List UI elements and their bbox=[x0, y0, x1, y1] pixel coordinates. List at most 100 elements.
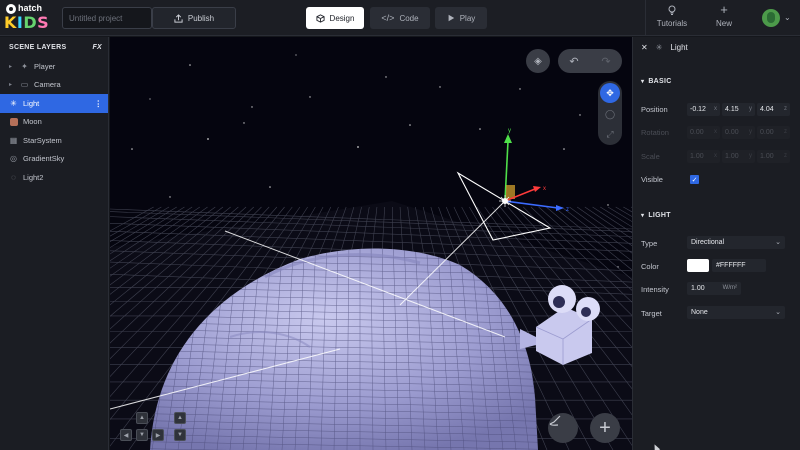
mouse-cursor-icon bbox=[651, 443, 661, 450]
color-hex-input[interactable]: #FFFFFF bbox=[712, 259, 766, 272]
rotate-icon: ◯ bbox=[604, 108, 616, 119]
target-select[interactable]: None ⌄ bbox=[687, 306, 785, 319]
focus-target-button[interactable]: ◈ bbox=[526, 49, 550, 73]
chevron-down-icon[interactable]: ⌄ bbox=[784, 13, 791, 22]
basic-section-title: BASIC bbox=[648, 78, 672, 85]
gizmo-z-label: z bbox=[566, 207, 569, 213]
divider bbox=[645, 0, 646, 36]
key-up-icon: ▲ bbox=[136, 412, 148, 424]
transform-gizmo: y x z bbox=[499, 128, 569, 213]
tab-play[interactable]: Play bbox=[435, 7, 487, 29]
fx-button[interactable]: FX bbox=[92, 44, 102, 51]
intensity-label: Intensity bbox=[641, 285, 669, 294]
key-crouch-icon: ▼ bbox=[174, 429, 186, 441]
light-icon: ◌ bbox=[11, 172, 16, 182]
logo-kids-text: KIDS bbox=[4, 13, 50, 32]
layer-label: Moon bbox=[23, 117, 42, 127]
scene-layers-panel: SCENE LAYERS FX ▸ ✦ Player ▸ ▭ Camera ✳ … bbox=[0, 37, 109, 450]
target-icon: ◈ bbox=[534, 55, 542, 67]
rotate-tool-button[interactable]: ◯ bbox=[600, 104, 620, 124]
hatch-kids-logo[interactable]: hatch KIDS bbox=[4, 3, 54, 33]
project-name-input[interactable]: Untitled project bbox=[62, 7, 152, 29]
intensity-input[interactable]: 1.00 W/m² bbox=[687, 282, 741, 295]
starsystem-icon: ▦ bbox=[9, 135, 18, 145]
scale-tool-button[interactable]: ⤢ bbox=[600, 124, 620, 144]
key-down-icon: ▼ bbox=[136, 429, 148, 441]
expand-arrow-icon[interactable]: ▸ bbox=[9, 81, 15, 88]
scale-icon: ⤢ bbox=[606, 128, 614, 139]
layer-light[interactable]: ✳ Light ⋮ bbox=[0, 94, 108, 113]
tutorials-button[interactable]: Tutorials bbox=[652, 4, 692, 28]
top-bar: hatch KIDS Untitled project Publish Desi… bbox=[0, 0, 800, 36]
layer-light2[interactable]: ◌ Light2 bbox=[0, 168, 108, 187]
rotation-label: Rotation bbox=[641, 128, 669, 137]
inspector-object-name: Light bbox=[670, 42, 688, 52]
redo-icon[interactable]: ↷ bbox=[601, 55, 610, 68]
tab-design-label: Design bbox=[329, 13, 355, 23]
camera-icon: ▭ bbox=[20, 80, 29, 90]
position-z-input[interactable]: 4.04 z bbox=[757, 103, 790, 116]
light-section-title: LIGHT bbox=[648, 212, 671, 219]
pen-icon bbox=[549, 415, 561, 426]
chevron-down-icon: ▾ bbox=[641, 79, 645, 85]
undo-icon[interactable]: ↶ bbox=[569, 55, 578, 68]
scene-viewport[interactable]: y x z ◈ ↶ ↷ ✥ ◯ ⤢ + ▲ ◀ ▼ ▶ ▲ ▼ bbox=[110, 37, 632, 450]
publish-button[interactable]: Publish bbox=[152, 7, 236, 29]
scale-x-input: 1.00 x bbox=[687, 150, 720, 163]
add-object-button[interactable]: + bbox=[590, 413, 620, 443]
more-options-icon[interactable]: ⋮ bbox=[95, 99, 103, 108]
scene-canvas[interactable]: y x z bbox=[110, 37, 632, 450]
plus-icon: + bbox=[599, 417, 611, 439]
plus-icon: + bbox=[720, 2, 728, 17]
gradientsky-icon: ◎ bbox=[10, 154, 17, 164]
layer-label: StarSystem bbox=[23, 135, 62, 145]
lightbulb-icon bbox=[668, 5, 676, 15]
gizmo-x-label: x bbox=[543, 186, 546, 192]
light-section-header[interactable]: ▾ LIGHT bbox=[641, 212, 671, 219]
new-button[interactable]: + New bbox=[704, 2, 744, 28]
move-tool-button[interactable]: ✥ bbox=[600, 83, 620, 103]
tab-code-label: Code bbox=[399, 13, 419, 23]
scene-layers-header: SCENE LAYERS FX bbox=[0, 37, 108, 57]
basic-section-header[interactable]: ▾ BASIC bbox=[641, 78, 672, 85]
scene-layers-title: SCENE LAYERS bbox=[9, 43, 67, 51]
visible-checkbox[interactable]: ✓ bbox=[690, 175, 699, 184]
undo-redo-group: ↶ ↷ bbox=[558, 49, 622, 73]
layer-label: Light2 bbox=[23, 172, 44, 182]
draw-button[interactable] bbox=[548, 413, 578, 443]
code-icon: </> bbox=[381, 13, 395, 23]
layer-moon[interactable]: Moon bbox=[0, 113, 108, 132]
tab-design[interactable]: Design bbox=[306, 7, 364, 29]
position-x-input[interactable]: -0.12 x bbox=[687, 103, 720, 116]
key-left-icon: ◀ bbox=[120, 429, 132, 441]
light-type-select[interactable]: Directional ⌄ bbox=[687, 236, 785, 249]
layer-label: Light bbox=[23, 98, 40, 108]
visible-label: Visible bbox=[641, 175, 663, 184]
chevron-down-icon: ▾ bbox=[641, 213, 645, 219]
tab-code[interactable]: </> Code bbox=[370, 7, 430, 29]
layer-label: Camera bbox=[34, 80, 61, 90]
layer-label: Player bbox=[34, 61, 56, 71]
layer-gradientsky[interactable]: ◎ GradientSky bbox=[0, 150, 108, 169]
color-label: Color bbox=[641, 262, 659, 271]
target-label: Target bbox=[641, 309, 662, 318]
key-right-icon: ▶ bbox=[152, 429, 164, 441]
avatar[interactable] bbox=[762, 9, 780, 27]
key-jump-icon: ▲ bbox=[174, 412, 186, 424]
moon-icon bbox=[9, 117, 18, 126]
rotation-z-input: 0.00 z bbox=[757, 126, 790, 139]
tutorials-label: Tutorials bbox=[656, 19, 688, 28]
scale-label: Scale bbox=[641, 152, 660, 161]
light-icon: ✳ bbox=[10, 98, 17, 108]
layer-camera[interactable]: ▸ ▭ Camera bbox=[0, 76, 108, 95]
chevron-down-icon: ⌄ bbox=[775, 239, 781, 246]
type-label: Type bbox=[641, 239, 658, 248]
layer-player[interactable]: ▸ ✦ Player bbox=[0, 57, 108, 76]
position-y-input[interactable]: 4.15 y bbox=[722, 103, 755, 116]
layer-starsystem[interactable]: ▦ StarSystem bbox=[0, 131, 108, 150]
close-icon[interactable]: ✕ bbox=[641, 43, 648, 52]
color-swatch[interactable] bbox=[687, 259, 709, 272]
logo-hatch-text: hatch bbox=[18, 3, 43, 13]
expand-arrow-icon[interactable]: ▸ bbox=[9, 63, 15, 70]
layer-label: GradientSky bbox=[23, 154, 65, 164]
